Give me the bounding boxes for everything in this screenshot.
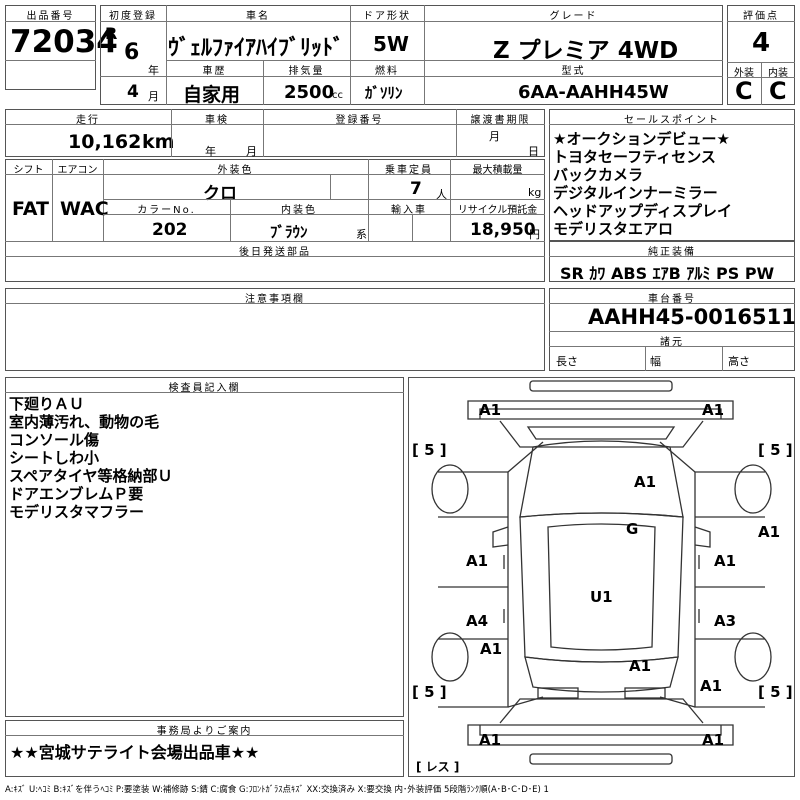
intcolor-label: 内装色 (281, 205, 317, 216)
history-label: 車歴 (202, 66, 227, 77)
sales-point: モデリスタエアロ (553, 220, 674, 238)
int-grade: C (769, 77, 787, 105)
colorno-value: 202 (152, 220, 188, 240)
sales-point: バックカメラ (553, 166, 644, 184)
inspector-note: ドアエンブレムＰ要 (9, 485, 144, 503)
dmg-top-right: A1 (702, 401, 724, 419)
recycle-label: リサイクル預託金 (457, 205, 538, 216)
inspector-note: 室内薄汚れ、動物の毛 (9, 413, 160, 431)
dmg-rear-quarter-right: A1 (700, 677, 722, 695)
inspector-note: シートしわ小 (9, 449, 100, 467)
fuel-label: 燃料 (375, 66, 399, 77)
equipment-value: SR ｶﾜ ABS ｴｱB ｱﾙﾐ PS PW (560, 264, 775, 283)
dmg-top-left: A1 (479, 401, 501, 419)
reg-year: 6 (124, 40, 140, 65)
plate-label: 登録番号 (335, 115, 384, 126)
legend-footer: A:ｷｽﾞ U:ﾍｺﾐ B:ｷｽﾞを伴うﾍｺﾐ P:要塗装 W:補修跡 S:錆 … (5, 785, 549, 795)
score-value: 4 (752, 28, 771, 58)
spec-width-label: 幅 (650, 355, 661, 368)
cc-unit: cc (332, 90, 343, 101)
dmg-door-front-left: A1 (466, 552, 488, 570)
reg-label: 初度登録 (109, 11, 157, 22)
recycle-unit: 円 (529, 228, 540, 241)
sales-point: ★オークションデビュー★ (553, 130, 730, 148)
shift-value: FAT (12, 198, 49, 220)
car-diagram: A1 A1 [ 5 ] [ 5 ] A1 A1 G A1 A1 U1 A4 A3… (412, 380, 793, 774)
sales-points-list: ★オークションデビュー★ トヨタセーフティセンス バックカメラ デジタルインナー… (553, 130, 732, 238)
transfer-label: 譲渡書期限 (470, 115, 531, 126)
dmg-hood: A1 (634, 473, 656, 491)
tire-front-right: [ 5 ] (758, 441, 793, 459)
seats-value: 7 (410, 179, 422, 199)
reg-month: 4 (127, 82, 139, 102)
office-value: ★★宮城サテライト会場出品車★★ (10, 743, 260, 762)
mileage-value: 10,162 (68, 131, 142, 153)
ac-value: WAC (60, 198, 109, 220)
colorno-label: カラーNo. (137, 205, 196, 216)
score-label: 評価点 (743, 11, 779, 22)
inspection-label: 車検 (205, 115, 229, 126)
door-label: ドア形状 (363, 11, 411, 22)
dmg-door-rear-right: A3 (714, 612, 736, 630)
cc-value: 2500 (284, 82, 335, 103)
fuel-value: ｶﾞｿﾘﾝ (365, 84, 403, 102)
dmg-rear-glass: A1 (629, 657, 651, 675)
dmg-rear-quarter-left: A1 (480, 640, 502, 658)
transfer-day-unit: 日 (528, 145, 539, 158)
tire-rear-right: [ 5 ] (758, 683, 793, 701)
tire-rear-left: [ 5 ] (412, 683, 447, 701)
mileage-unit: km (142, 131, 175, 153)
inspector-notes-list: 下廻りＡＵ 室内薄汚れ、動物の毛 コンソール傷 シートしわ小 スペアタイヤ等格納… (9, 395, 173, 521)
model-label: 型式 (561, 66, 586, 77)
load-unit: kg (528, 186, 542, 199)
chassis-value: AAHH45-0016511 (588, 305, 796, 329)
sales-point: ヘッドアップディスプレイ (553, 202, 732, 220)
cc-label: 排気量 (288, 66, 325, 77)
dmg-door-rear-left: A4 (466, 612, 488, 630)
car-name-label: 車名 (246, 11, 270, 22)
history-value: 自家用 (183, 84, 241, 106)
shift-label: シフト (13, 165, 44, 176)
dmg-bottom-left: A1 (479, 731, 501, 749)
ext-grade: C (735, 77, 753, 105)
inspection-month-unit: 月 (246, 145, 257, 158)
model-value: 6AA-AAHH45W (518, 82, 669, 103)
dmg-bottom-right: A1 (702, 731, 724, 749)
recycle-value: 18,950 (470, 220, 536, 240)
dmg-windshield: G (626, 520, 638, 538)
intcolor-unit: 系 (356, 228, 367, 241)
inspector-note: 下廻りＡＵ (9, 395, 85, 413)
inspection-year-unit: 年 (205, 145, 216, 158)
color-label: 外装色 (217, 165, 254, 176)
transfer-month-unit: 月 (489, 130, 500, 143)
spare-tire: [ レス ] (416, 760, 459, 774)
car-name: ｳﾞｪﾙﾌｧｲｱﾊｲﾌﾞﾘｯﾄﾞ (168, 36, 345, 61)
ac-label: エアコン (57, 165, 98, 176)
sales-point: トヨタセーフティセンス (553, 148, 716, 166)
reg-month-unit: 月 (148, 90, 159, 103)
dmg-front-fender-right: A1 (758, 523, 780, 541)
inspector-note: モデリスタマフラー (9, 503, 145, 521)
dmg-door-front-right: A1 (714, 552, 736, 570)
dmg-roof: U1 (590, 588, 613, 606)
inspector-note: スペアタイヤ等格納部Ｕ (9, 467, 173, 485)
mileage-label: 走行 (76, 115, 100, 126)
import-label: 輸入車 (391, 205, 427, 216)
sales-point: デジタルインナーミラー (553, 184, 718, 202)
reg-era: R (105, 24, 118, 43)
intcolor-value: ﾌﾞﾗｳﾝ (270, 223, 308, 241)
inspector-note: コンソール傷 (9, 431, 100, 449)
load-label: 最大積載量 (472, 165, 523, 176)
door-value: 5W (373, 32, 409, 56)
lot-label: 出品番号 (26, 11, 75, 22)
tire-front-left: [ 5 ] (412, 441, 447, 459)
grade-label: グレード (549, 11, 598, 22)
spec-height-label: 高さ (728, 355, 750, 368)
spec-length-label: 長さ (556, 355, 578, 368)
seats-label: 乗車定員 (385, 165, 433, 176)
